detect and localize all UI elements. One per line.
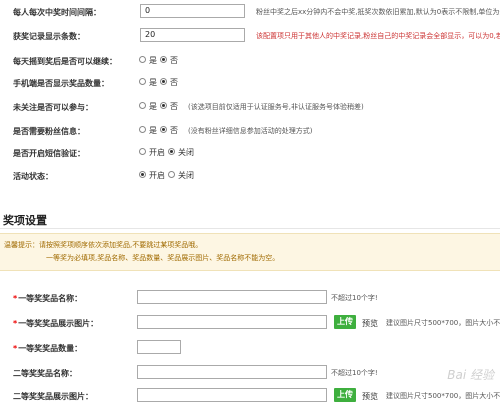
second-prize-image-label: 二等奖奖品展示图片： — [13, 392, 93, 401]
unfollow-no-text: 否 — [170, 102, 178, 111]
continue-yes-radio[interactable] — [139, 56, 146, 63]
sms-off-radio[interactable] — [168, 148, 175, 155]
second-prize-name-hint: 不超过10个字! — [331, 369, 378, 377]
sms-on-text: 开启 — [149, 148, 165, 157]
mobile-yes-radio[interactable] — [139, 78, 146, 85]
first-prize-count-input[interactable] — [137, 340, 181, 354]
fans-info-label: 是否需要粉丝信息： — [13, 127, 85, 136]
second-prize-image-hint: 建议图片尺寸500*700，图片大小不 — [386, 392, 500, 400]
fans-info-yes-text: 是 — [149, 126, 157, 135]
first-prize-name-input[interactable] — [137, 290, 327, 304]
status-off-radio[interactable] — [168, 171, 175, 178]
first-prize-count-label: *一等奖奖品数量： — [13, 344, 83, 353]
status-on-radio[interactable] — [139, 171, 146, 178]
first-prize-image-label: *一等奖奖品展示图片： — [13, 319, 99, 328]
fans-info-yes-radio[interactable] — [139, 126, 146, 133]
first-prize-image-hint: 建议图片尺寸500*700，图片大小不 — [386, 319, 500, 327]
sms-off-text: 关闭 — [178, 148, 194, 157]
first-prize-image-input[interactable] — [137, 315, 327, 329]
first-prize-preview-link[interactable]: 预览 — [362, 318, 378, 329]
section-divider — [0, 228, 500, 229]
unfollow-yes-radio[interactable] — [139, 102, 146, 109]
second-prize-name-label: 二等奖奖品名称： — [13, 369, 77, 378]
mobile-no-radio[interactable] — [160, 78, 167, 85]
second-prize-name-input[interactable] — [137, 365, 327, 379]
mobile-label: 手机端是否显示奖品数量： — [13, 79, 109, 88]
second-prize-upload-button[interactable]: 上传 — [334, 388, 356, 402]
sms-on-radio[interactable] — [139, 148, 146, 155]
fans-info-note: (没有粉丝详细信息参加活动的处理方式) — [188, 127, 313, 135]
second-prize-preview-link[interactable]: 预览 — [362, 391, 378, 402]
status-off-text: 关闭 — [178, 171, 194, 180]
mobile-yes-text: 是 — [149, 78, 157, 87]
records-input[interactable]: 20 — [140, 28, 245, 42]
records-hint: 该配置项只用于其他人的中奖记录,粉丝自己的中奖记录会全部显示，可以为0,若为0前 — [256, 32, 500, 40]
first-prize-name-label: *一等奖奖品名称： — [13, 294, 83, 303]
records-label: 获奖记录显示条数： — [13, 32, 85, 41]
continue-no-text: 否 — [170, 56, 178, 65]
notice-line-1: 温馨提示：请按照奖项顺序依次添加奖品,不要跳过某项奖品哦。 — [4, 241, 203, 249]
notice-box: 温馨提示：请按照奖项顺序依次添加奖品,不要跳过某项奖品哦。 一等奖为必填项,奖品… — [0, 233, 500, 271]
interval-input[interactable]: 0 — [140, 4, 245, 18]
notice-line-2: 一等奖为必填项,奖品名称、奖品数量、奖品展示图片、奖品名称不能为空。 — [46, 254, 280, 262]
sms-label: 是否开启短信验证： — [13, 149, 85, 158]
continue-yes-text: 是 — [149, 56, 157, 65]
fans-info-no-radio[interactable] — [160, 126, 167, 133]
unfollow-label: 未关注是否可以参与： — [13, 103, 93, 112]
status-label: 活动状态： — [13, 172, 53, 181]
mobile-no-text: 否 — [170, 78, 178, 87]
unfollow-no-radio[interactable] — [160, 102, 167, 109]
second-prize-image-input[interactable] — [137, 388, 327, 402]
unfollow-note: (该选项目前仅适用于认证服务号,非认证服务号体验稍差) — [188, 103, 364, 111]
first-prize-name-hint: 不超过10个字! — [331, 294, 378, 302]
unfollow-yes-text: 是 — [149, 102, 157, 111]
interval-label: 每人每次中奖时间间隔： — [13, 8, 101, 17]
interval-hint: 粉丝中奖之后xx分钟内不会中奖,抵奖次数依旧累加,默认为0表示不限制,单位为分钟 — [256, 8, 500, 16]
continue-label: 每天摇到奖后是否可以继续： — [13, 57, 117, 66]
continue-no-radio[interactable] — [160, 56, 167, 63]
prize-section-title: 奖项设置 — [3, 214, 47, 227]
first-prize-upload-button[interactable]: 上传 — [334, 315, 356, 329]
fans-info-no-text: 否 — [170, 126, 178, 135]
watermark-logo: Bai 经验 — [447, 368, 494, 382]
status-on-text: 开启 — [149, 171, 165, 180]
